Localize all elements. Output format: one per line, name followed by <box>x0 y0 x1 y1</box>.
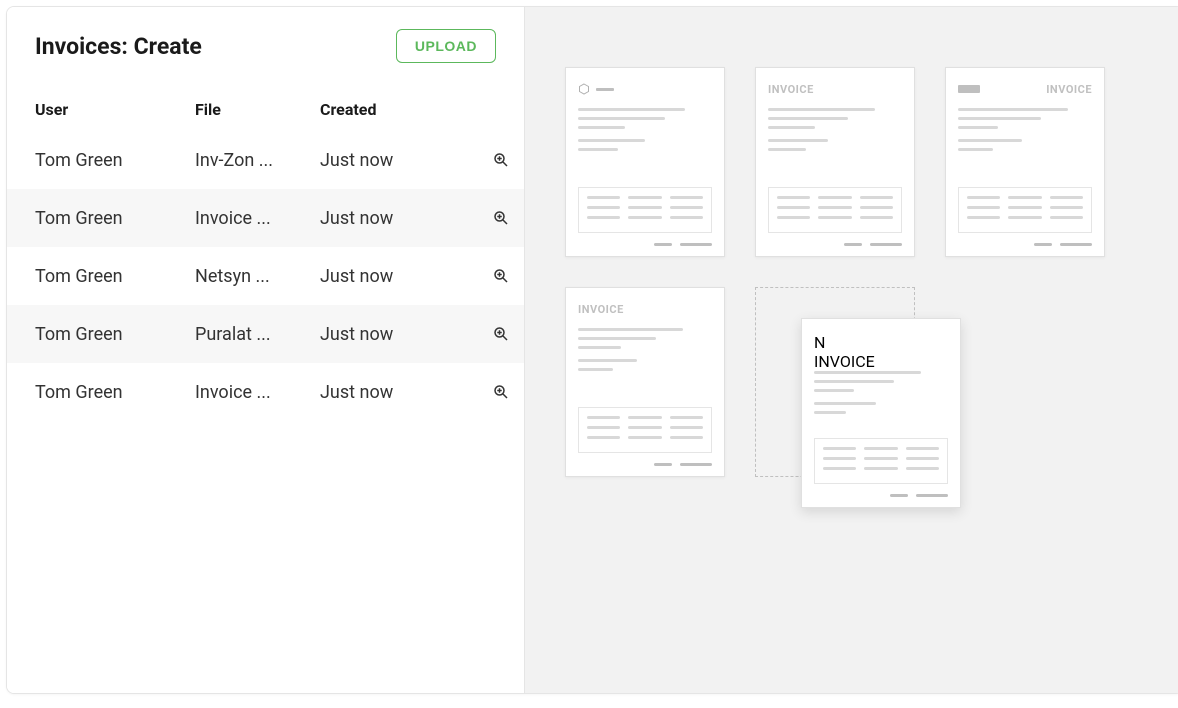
table-row[interactable]: Tom Green Inv-Zon ... Just now <box>7 131 524 189</box>
invoices-panel: Invoices: Create UPLOAD User File Create… <box>7 7 525 693</box>
zoom-icon[interactable] <box>492 325 510 343</box>
preview-panel: INVOICE <box>525 7 1178 693</box>
zoom-icon[interactable] <box>492 151 510 169</box>
col-file: File <box>195 100 320 119</box>
zoom-icon[interactable] <box>492 383 510 401</box>
cell-file: Invoice ... <box>195 382 320 403</box>
cell-file: Inv-Zon ... <box>195 150 320 171</box>
cell-user: Tom Green <box>35 208 195 229</box>
table-header: User File Created <box>7 87 524 131</box>
col-created: Created <box>320 100 460 119</box>
thumbnail-grid: INVOICE <box>565 67 1143 477</box>
invoice-label: INVOICE <box>578 303 624 316</box>
invoice-thumbnail[interactable] <box>565 67 725 257</box>
table-row[interactable]: Tom Green Invoice ... Just now <box>7 363 524 421</box>
table-row[interactable]: Tom Green Invoice ... Just now <box>7 189 524 247</box>
cell-created: Just now <box>320 208 460 229</box>
cell-created: Just now <box>320 382 460 403</box>
panel-header: Invoices: Create UPLOAD <box>7 29 524 87</box>
app-container: Invoices: Create UPLOAD User File Create… <box>6 6 1178 694</box>
upload-dropzone[interactable]: N INVOICE <box>755 287 915 477</box>
table-row[interactable]: Tom Green Puralat ... Just now <box>7 305 524 363</box>
zoom-icon[interactable] <box>492 267 510 285</box>
cell-user: Tom Green <box>35 382 195 403</box>
col-user: User <box>35 100 195 119</box>
cell-created: Just now <box>320 324 460 345</box>
invoice-label: INVOICE <box>814 352 875 371</box>
cell-created: Just now <box>320 150 460 171</box>
cell-file: Invoice ... <box>195 208 320 229</box>
hexagon-icon <box>578 83 590 95</box>
cell-user: Tom Green <box>35 266 195 287</box>
cell-created: Just now <box>320 266 460 287</box>
page-title: Invoices: Create <box>35 33 202 60</box>
logo-block-icon <box>958 85 980 93</box>
upload-button[interactable]: UPLOAD <box>396 29 496 63</box>
invoice-thumbnail[interactable]: INVOICE <box>565 287 725 477</box>
cell-file: Puralat ... <box>195 324 320 345</box>
circle-logo-icon: N <box>814 333 948 352</box>
cell-file: Netsyn ... <box>195 266 320 287</box>
cell-user: Tom Green <box>35 150 195 171</box>
table-row[interactable]: Tom Green Netsyn ... Just now <box>7 247 524 305</box>
zoom-icon[interactable] <box>492 209 510 227</box>
uploads-table: User File Created Tom Green Inv-Zon ... … <box>7 87 524 421</box>
cell-user: Tom Green <box>35 324 195 345</box>
invoice-thumbnail-dragging[interactable]: N INVOICE <box>801 318 961 508</box>
invoice-label: INVOICE <box>768 83 814 96</box>
skeleton-bar <box>596 88 614 91</box>
invoice-label: INVOICE <box>1046 83 1092 96</box>
invoice-thumbnail[interactable]: INVOICE <box>755 67 915 257</box>
invoice-thumbnail[interactable]: INVOICE <box>945 67 1105 257</box>
